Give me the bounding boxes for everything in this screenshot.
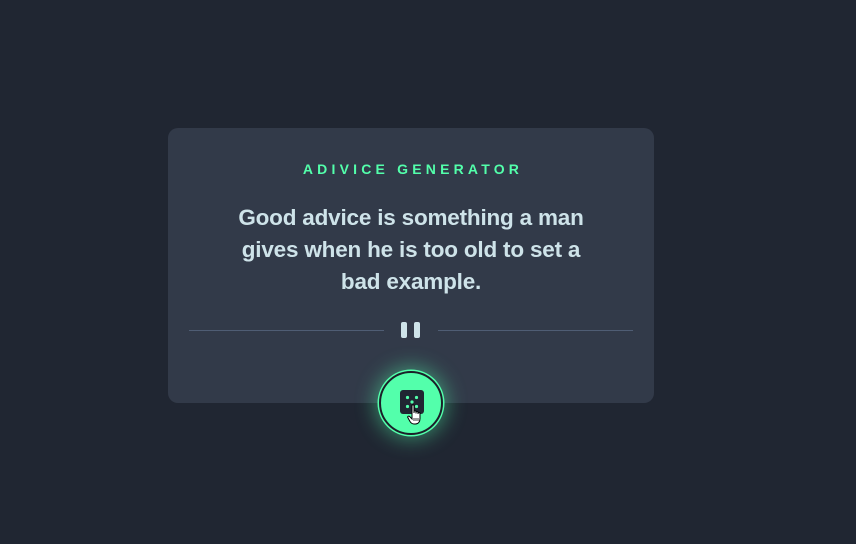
divider-line-left xyxy=(189,330,384,331)
divider-line-right xyxy=(438,330,633,331)
advice-card: ADIVICE GENERATOR Good advice is somethi… xyxy=(168,128,654,403)
advice-quote: Good advice is something a man gives whe… xyxy=(238,205,584,294)
pause-icon xyxy=(401,322,421,338)
hand-cursor-icon xyxy=(407,404,421,425)
divider xyxy=(189,322,633,338)
dice-button[interactable] xyxy=(379,371,443,435)
advice-page: ADIVICE GENERATOR Good advice is somethi… xyxy=(0,0,856,544)
advice-heading: ADIVICE GENERATOR xyxy=(302,161,524,177)
